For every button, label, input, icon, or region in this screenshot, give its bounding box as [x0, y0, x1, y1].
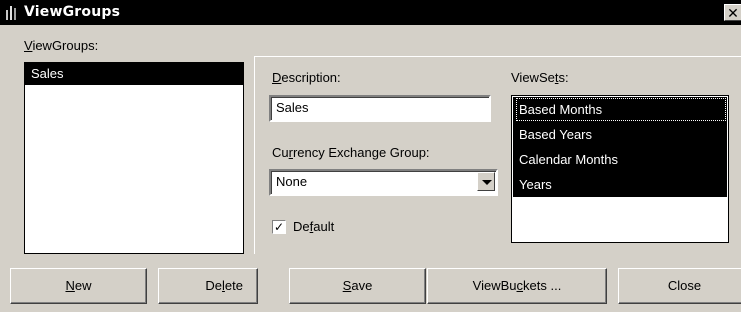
list-item[interactable]: Sales [25, 63, 243, 85]
close-icon[interactable]: ✕ [724, 4, 741, 21]
viewsets-label: ViewSets: [511, 70, 569, 85]
window-title: ViewGroups [24, 4, 121, 20]
chevron-down-icon[interactable] [477, 172, 495, 191]
list-item[interactable]: Based Months [519, 97, 602, 122]
close-button[interactable]: Close [618, 268, 741, 304]
viewsets-list[interactable]: Based Months Based Years Calendar Months… [511, 95, 729, 243]
currency-select[interactable]: None [269, 169, 498, 196]
list-item[interactable]: Years [519, 172, 552, 197]
default-checkbox[interactable]: ✓ [272, 220, 286, 234]
app-icon [6, 6, 16, 20]
viewbuckets-button[interactable]: ViewBuckets ... [427, 268, 607, 304]
default-label: Default [293, 219, 335, 234]
viewgroups-label: ViewGroups: [24, 38, 99, 53]
description-field[interactable]: Sales [269, 95, 491, 122]
new-button[interactable]: New [10, 268, 147, 304]
save-button[interactable]: Save [289, 268, 426, 304]
delete-button[interactable]: Delete [158, 268, 258, 304]
viewgroups-list[interactable]: Sales [24, 62, 244, 254]
viewgroups-window: ViewGroups ✕ ViewGroups: Sales Descripti… [0, 0, 741, 312]
list-item[interactable]: Based Years [519, 122, 592, 147]
title-bar[interactable]: ViewGroups ✕ [0, 0, 741, 25]
description-label: Description: [272, 70, 341, 85]
currency-label: Currency Exchange Group: [272, 145, 430, 160]
list-item[interactable]: Calendar Months [519, 147, 618, 172]
currency-value: None [276, 174, 308, 189]
